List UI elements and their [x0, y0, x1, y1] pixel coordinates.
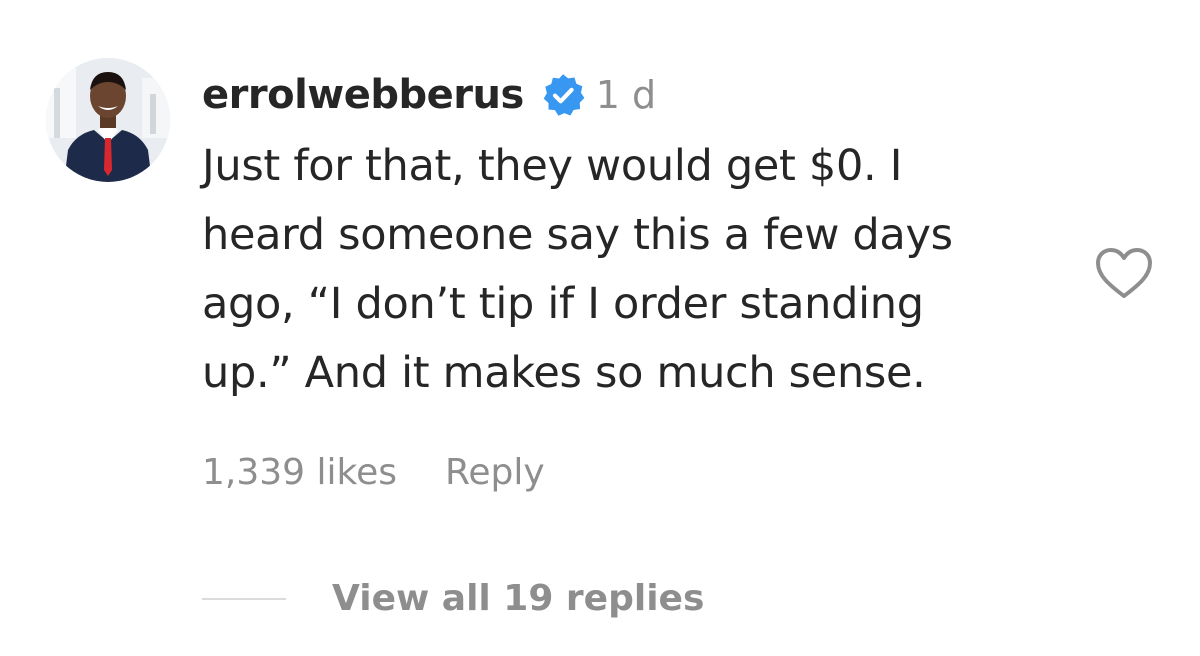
verified-badge-icon	[540, 72, 586, 118]
heart-outline-icon[interactable]	[1094, 246, 1154, 302]
reply-button[interactable]: Reply	[445, 452, 545, 493]
replies-divider	[202, 597, 286, 600]
comment-item: errolwebberus 1 d Just for that, they wo…	[0, 0, 1200, 656]
profile-photo	[46, 58, 170, 182]
username-link[interactable]: errolwebberus	[202, 72, 524, 118]
comment-content: errolwebberus 1 d Just for that, they wo…	[202, 64, 1062, 408]
comment-timestamp[interactable]: 1 d	[596, 73, 656, 117]
view-replies-button[interactable]: View all 19 replies	[202, 578, 704, 619]
comment-meta: 1,339 likes Reply	[202, 452, 545, 493]
avatar[interactable]	[46, 58, 170, 182]
comment-header: errolwebberus 1 d	[202, 64, 1062, 126]
likes-count[interactable]: 1,339 likes	[202, 452, 397, 493]
comment-text: Just for that, they would get $0. I hear…	[202, 141, 953, 398]
view-replies-label: View all 19 replies	[332, 578, 705, 619]
